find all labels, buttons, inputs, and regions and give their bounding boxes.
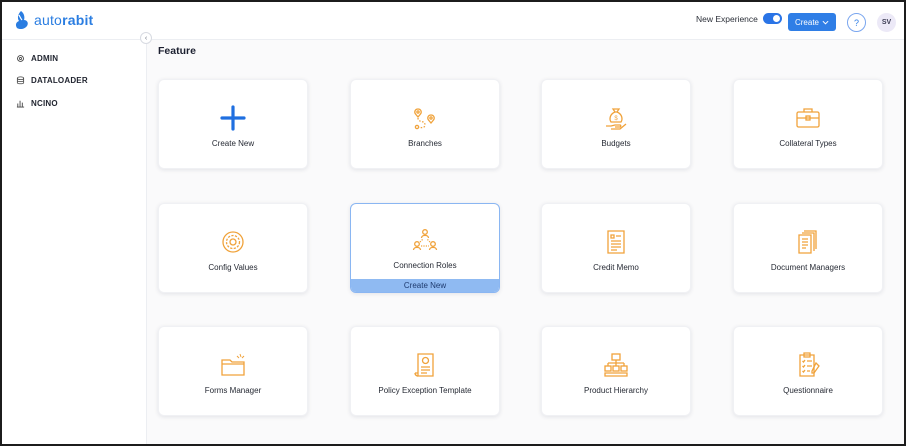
sidebar-collapse-button[interactable]: ‹ xyxy=(140,32,152,44)
avatar-initials: SV xyxy=(881,19,892,26)
checklist-icon-wrap xyxy=(794,351,822,379)
stacked-documents-icon xyxy=(798,230,817,254)
app-frame: autorabit New Experience Create ? SV ADM… xyxy=(0,0,906,446)
bar-chart-icon xyxy=(16,100,25,108)
folder-icon xyxy=(221,353,245,376)
autorabit-logo[interactable]: autorabit xyxy=(12,10,93,30)
svg-text:$: $ xyxy=(614,116,618,122)
card-label: Questionnaire xyxy=(783,386,833,395)
sidebar-item-label: ADMIN xyxy=(31,54,59,63)
chevron-left-icon: ‹ xyxy=(144,34,148,42)
briefcase-icon xyxy=(796,108,820,128)
feature-card-collateral-types[interactable]: Collateral Types xyxy=(733,79,883,169)
logo-text: autorabit xyxy=(34,12,94,28)
feature-card-document-managers[interactable]: Document Managers xyxy=(733,203,883,293)
feature-card-budgets[interactable]: $ Budgets xyxy=(541,79,691,169)
feature-card-policy-exception-template[interactable]: Policy Exception Template xyxy=(350,326,500,416)
feature-card-questionnaire[interactable]: Questionnaire xyxy=(733,326,883,416)
card-label: Credit Memo xyxy=(593,263,639,272)
database-icon xyxy=(16,76,25,85)
feature-card-connection-roles[interactable]: Connection Roles Create New xyxy=(350,203,500,293)
card-label: Collateral Types xyxy=(779,139,837,148)
sidebar-item-ncino[interactable]: NCINO xyxy=(16,99,58,108)
card-label: Forms Manager xyxy=(204,386,262,395)
top-header: autorabit New Experience Create ? SV xyxy=(2,2,904,40)
feature-card-credit-memo[interactable]: Credit Memo xyxy=(541,203,691,293)
settings-cog-icon xyxy=(222,231,244,253)
feature-card-config-values[interactable]: Config Values xyxy=(158,203,308,293)
new-experience-label: New Experience xyxy=(696,13,758,24)
gear-icon xyxy=(17,55,24,62)
sidebar-item-dataloader[interactable]: DATALOADER xyxy=(16,76,88,85)
docs-icon-wrap xyxy=(794,228,822,256)
create-button[interactable]: Create xyxy=(788,13,836,31)
feature-card-branches[interactable]: Branches xyxy=(350,79,500,169)
memo-document-icon xyxy=(607,230,625,254)
people-network-icon xyxy=(412,229,438,251)
help-button[interactable]: ? xyxy=(847,13,866,32)
rabbit-logo-icon xyxy=(15,11,28,30)
card-label: Config Values xyxy=(208,263,258,272)
feature-card-forms-manager[interactable]: Forms Manager xyxy=(158,326,308,416)
card-label: Connection Roles xyxy=(393,261,457,270)
user-avatar[interactable]: SV xyxy=(877,13,896,32)
config-icon-wrap xyxy=(219,228,247,256)
create-new-hover-button[interactable]: Create New xyxy=(351,279,499,292)
page-title: Feature xyxy=(158,45,196,57)
feature-card-product-hierarchy[interactable]: Product Hierarchy xyxy=(541,326,691,416)
briefcase-icon-wrap xyxy=(794,104,822,132)
card-label: Branches xyxy=(408,139,442,148)
checklist-clipboard-icon xyxy=(799,352,820,377)
help-icon: ? xyxy=(853,17,859,28)
card-label: Budgets xyxy=(601,139,631,148)
plus-icon xyxy=(220,105,246,131)
certificate-icon-wrap xyxy=(411,351,439,379)
feature-card-create-new[interactable]: Create New xyxy=(158,79,308,169)
memo-icon-wrap xyxy=(602,228,630,256)
hierarchy-icon-wrap xyxy=(602,351,630,379)
card-label: Product Hierarchy xyxy=(583,386,649,395)
connection-icon-wrap xyxy=(411,226,439,254)
sidebar-item-admin[interactable]: ADMIN xyxy=(16,54,58,63)
card-label: Create New xyxy=(211,139,255,148)
new-experience-toggle-group: New Experience xyxy=(696,13,782,24)
sidebar-item-label: NCINO xyxy=(31,99,58,108)
chevron-down-icon xyxy=(822,20,829,25)
route-icon-wrap xyxy=(411,104,439,132)
folder-icon-wrap xyxy=(219,351,247,379)
route-pins-icon xyxy=(414,108,435,130)
sidebar: ADMIN DATALOADER NCINO xyxy=(2,40,147,444)
create-button-label: Create xyxy=(794,17,819,27)
plus-icon-wrap xyxy=(219,104,247,132)
budget-icon-wrap: $ xyxy=(602,104,630,132)
certificate-scroll-icon xyxy=(414,353,434,377)
money-bag-hand-icon: $ xyxy=(606,108,627,130)
card-label: Document Managers xyxy=(770,263,846,272)
sidebar-item-label: DATALOADER xyxy=(31,76,88,85)
card-label: Policy Exception Template xyxy=(378,386,472,395)
footer-divider xyxy=(147,444,904,445)
new-experience-toggle[interactable] xyxy=(762,13,782,24)
hierarchy-boxes-icon xyxy=(604,353,628,377)
